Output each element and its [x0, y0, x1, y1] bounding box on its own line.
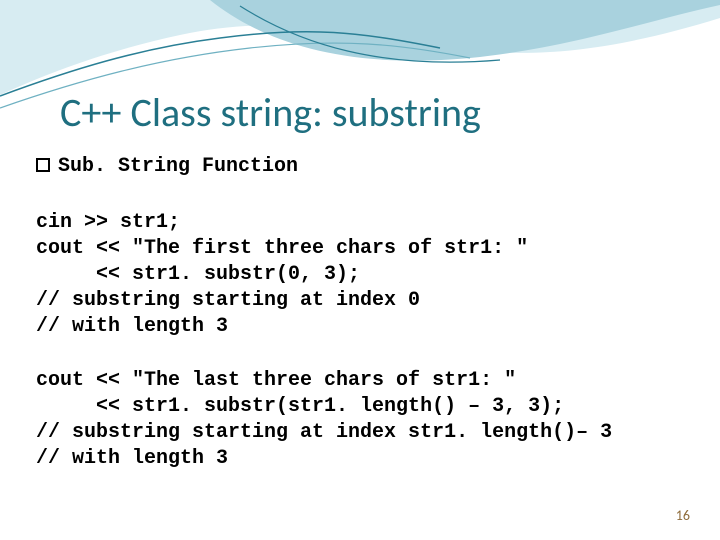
code-block-1: cin >> str1; cout << "The first three ch… [36, 210, 528, 340]
bullet-square-icon [36, 158, 50, 172]
code-block-2: cout << "The last three chars of str1: "… [36, 368, 612, 472]
subheading-row: Sub. String Function [36, 155, 298, 178]
slide: C++ Class string: substring Sub. String … [0, 0, 720, 540]
slide-title: C++ Class string: substring [60, 88, 481, 137]
page-number: 16 [676, 507, 690, 524]
subheading-text: Sub. String Function [58, 155, 298, 178]
